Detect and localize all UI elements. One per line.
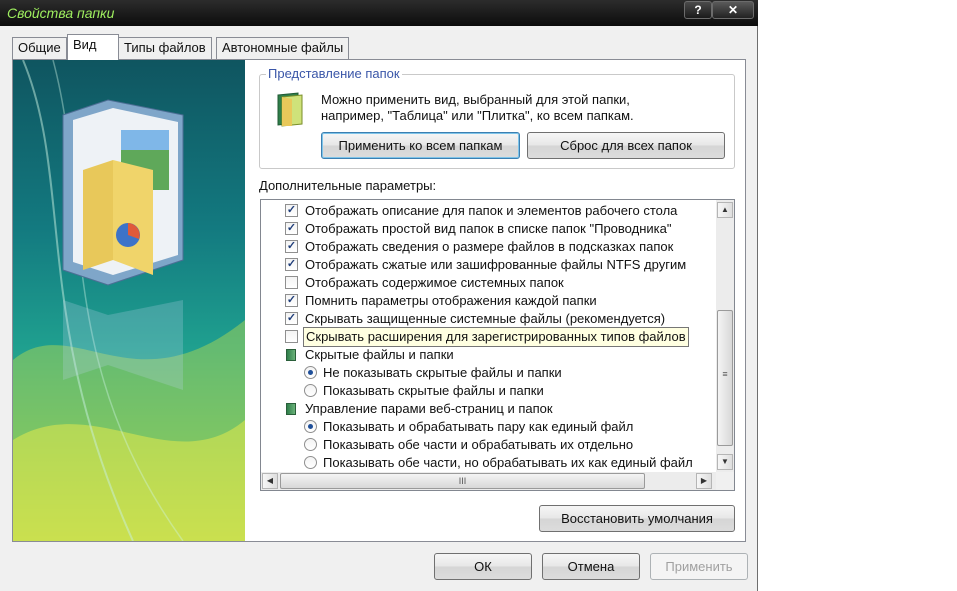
list-item[interactable]: Показывать обе части, но обрабатывать их…	[261, 454, 716, 472]
folder-views-legend: Представление папок	[266, 66, 402, 81]
list-item-label: Отображать сжатые или зашифрованные файл…	[305, 257, 687, 272]
folder-views-group: Представление папок Можно применить вид,…	[259, 66, 735, 169]
scroll-left-button[interactable]: ◀	[262, 473, 278, 489]
list-item-label: Показывать скрытые файлы и папки	[323, 383, 544, 398]
list-group-label: Управление парами веб-страниц и папок	[305, 401, 553, 416]
restore-defaults-button[interactable]: Восстановить умолчания	[539, 505, 735, 532]
list-item-label: Отображать описание для папок и элементо…	[305, 203, 678, 218]
folder-views-description: Можно применить вид, выбранный для этой …	[321, 92, 721, 124]
list-item-label: Помнить параметры отображения каждой пап…	[305, 293, 597, 308]
radio-button[interactable]	[304, 366, 317, 379]
checkbox[interactable]	[285, 330, 298, 343]
settings-group-icon	[286, 403, 296, 415]
tab-offline-files[interactable]: Автономные файлы	[216, 37, 350, 59]
list-item[interactable]: ✓ Отображать описание для папок и элемен…	[261, 202, 716, 220]
list-item[interactable]: ✓ Скрывать защищенные системные файлы (р…	[261, 310, 716, 328]
scroll-right-button[interactable]: ▶	[696, 473, 712, 489]
list-item[interactable]: Показывать обе части и обрабатывать их о…	[261, 436, 716, 454]
checkbox[interactable]: ✓	[285, 222, 298, 235]
reset-all-folders-button[interactable]: Сброс для всех папок	[527, 132, 725, 159]
horizontal-scrollbar[interactable]: ◀ III ▶	[261, 472, 716, 490]
list-item[interactable]: ✓ Отображать простой вид папок в списке …	[261, 220, 716, 238]
description-line-1: Можно применить вид, выбранный для этой …	[321, 92, 630, 107]
checkbox[interactable]: ✓	[285, 258, 298, 271]
list-item[interactable]: Скрывать расширения для зарегистрированн…	[261, 327, 716, 347]
checkbox[interactable]: ✓	[285, 240, 298, 253]
list-item[interactable]: Показывать и обрабатывать пару как едины…	[261, 418, 716, 436]
list-item-label: Отображать простой вид папок в списке па…	[305, 221, 672, 236]
ok-button[interactable]: ОК	[434, 553, 532, 580]
list-item-label: Отображать сведения о размере файлов в п…	[305, 239, 674, 254]
tab-general[interactable]: Общие	[12, 37, 67, 59]
list-item[interactable]: Не показывать скрытые файлы и папки	[261, 364, 716, 382]
close-button[interactable]: ✕	[712, 1, 754, 19]
folder-icon	[276, 91, 306, 127]
view-tab-panel: Представление папок Можно применить вид,…	[12, 59, 746, 542]
checkbox[interactable]: ✓	[285, 204, 298, 217]
tab-view[interactable]: Вид	[67, 34, 119, 60]
list-item[interactable]: Отображать содержимое системных папок	[261, 274, 716, 292]
description-line-2: например, "Таблица" или "Плитка", ко все…	[321, 108, 634, 123]
horizontal-scroll-thumb[interactable]: III	[280, 473, 645, 489]
list-group-header: Скрытые файлы и папки	[261, 346, 716, 364]
advanced-settings-label: Дополнительные параметры:	[259, 178, 437, 193]
vertical-scroll-thumb[interactable]: ≡	[717, 310, 733, 446]
radio-button[interactable]	[304, 456, 317, 469]
radio-button[interactable]	[304, 420, 317, 433]
folder-options-dialog: Свойства папки ? ✕ Общие Вид Типы файлов…	[0, 0, 758, 591]
list-item-label: Показывать и обрабатывать пару как едины…	[323, 419, 634, 434]
apply-button[interactable]: Применить	[650, 553, 748, 580]
folder-illustration	[13, 60, 245, 541]
list-item[interactable]: Показывать скрытые файлы и папки	[261, 382, 716, 400]
list-item[interactable]: ✓ Отображать сжатые или зашифрованные фа…	[261, 256, 716, 274]
list-item[interactable]: ✓ Помнить параметры отображения каждой п…	[261, 292, 716, 310]
vertical-scrollbar[interactable]: ▲ ≡ ▼	[716, 200, 734, 472]
tab-file-types[interactable]: Типы файлов	[118, 37, 212, 59]
window-title: Свойства папки	[7, 5, 115, 21]
list-item-label: Показывать обе части, но обрабатывать их…	[323, 455, 693, 470]
checkbox[interactable]: ✓	[285, 294, 298, 307]
title-bar[interactable]: Свойства папки ? ✕	[0, 0, 758, 26]
help-button[interactable]: ?	[684, 1, 712, 19]
advanced-settings-items: ✓ Отображать описание для папок и элемен…	[261, 200, 716, 472]
checkbox[interactable]: ✓	[285, 312, 298, 325]
advanced-settings-list[interactable]: ✓ Отображать описание для папок и элемен…	[260, 199, 735, 491]
cancel-button[interactable]: Отмена	[542, 553, 640, 580]
scroll-up-button[interactable]: ▲	[717, 202, 733, 218]
scrollbar-corner	[716, 472, 734, 490]
list-item-label: Показывать обе части и обрабатывать их о…	[323, 437, 634, 452]
list-item-label: Скрывать защищенные системные файлы (рек…	[305, 311, 666, 326]
list-item-label: Отображать содержимое системных папок	[305, 275, 564, 290]
scroll-down-button[interactable]: ▼	[717, 454, 733, 470]
thumb-grip-icon: ≡	[722, 369, 728, 379]
checkbox[interactable]	[285, 276, 298, 289]
radio-button[interactable]	[304, 384, 317, 397]
radio-button[interactable]	[304, 438, 317, 451]
settings-group-icon	[286, 349, 296, 361]
list-group-label: Скрытые файлы и папки	[305, 347, 454, 362]
list-item-tooltip: Скрывать расширения для зарегистрированн…	[303, 327, 689, 347]
list-item-label: Не показывать скрытые файлы и папки	[323, 365, 562, 380]
list-item[interactable]: ✓ Отображать сведения о размере файлов в…	[261, 238, 716, 256]
list-group-header: Управление парами веб-страниц и папок	[261, 400, 716, 418]
apply-to-all-folders-button[interactable]: Применить ко всем папкам	[321, 132, 520, 159]
